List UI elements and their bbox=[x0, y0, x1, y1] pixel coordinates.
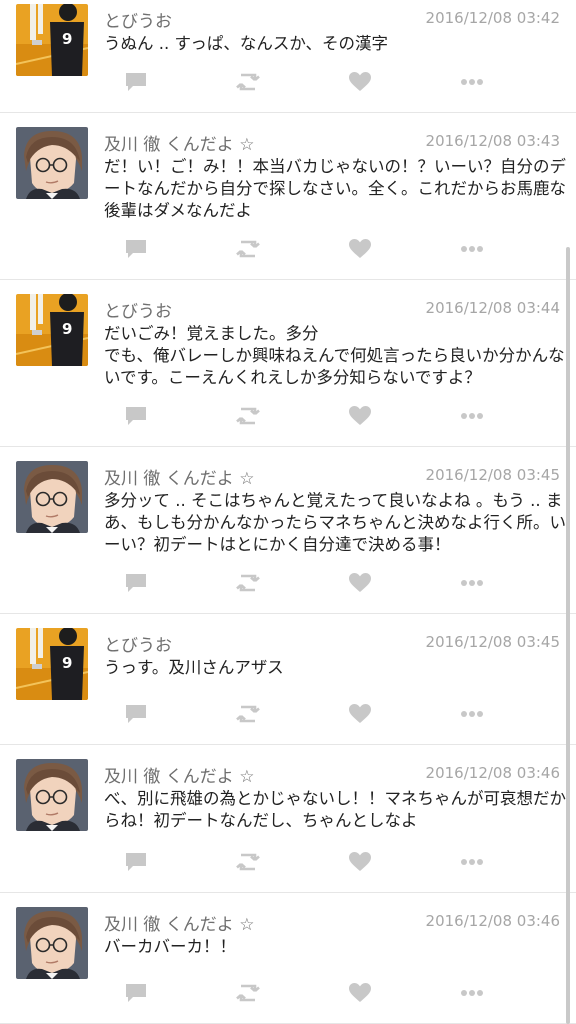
reply-icon[interactable] bbox=[121, 847, 151, 877]
oikawa-avatar[interactable] bbox=[16, 759, 88, 831]
timestamp: 2016/12/08 03:42 bbox=[425, 9, 560, 27]
tweet-text: 多分ッて .. そこはちゃんと覚えたって良いなよね 。もう .. まあ、もしも分… bbox=[104, 491, 566, 554]
more-icon[interactable] bbox=[457, 234, 487, 264]
tweet[interactable]: 及川 徹 くんだよ ☆ 2016/12/08 03:46 バーカバーカ！！ bbox=[0, 893, 576, 1024]
heart-icon[interactable] bbox=[345, 67, 375, 97]
tweet[interactable]: 及川 徹 くんだよ ☆ 2016/12/08 03:45 多分ッて .. そこはちゃ… bbox=[0, 447, 576, 614]
timestamp: 2016/12/08 03:43 bbox=[425, 132, 560, 150]
reply-icon[interactable] bbox=[121, 401, 151, 431]
user-name[interactable]: 及川 徹 くんだよ ☆ bbox=[104, 762, 254, 787]
tweet-actions bbox=[0, 234, 576, 264]
svg-text:9: 9 bbox=[62, 30, 72, 48]
tweet-actions bbox=[0, 699, 576, 729]
user-name[interactable]: 及川 徹 くんだよ ☆ bbox=[104, 910, 254, 935]
retweet-icon[interactable] bbox=[233, 847, 263, 877]
more-icon[interactable] bbox=[457, 568, 487, 598]
retweet-icon[interactable] bbox=[233, 699, 263, 729]
svg-text:9: 9 bbox=[62, 320, 72, 338]
svg-text:9: 9 bbox=[62, 654, 72, 672]
retweet-icon[interactable] bbox=[233, 978, 263, 1008]
timestamp: 2016/12/08 03:46 bbox=[425, 912, 560, 930]
reply-icon[interactable] bbox=[121, 699, 151, 729]
reply-icon[interactable] bbox=[121, 568, 151, 598]
more-icon[interactable] bbox=[457, 401, 487, 431]
tobio-avatar[interactable]: 9 bbox=[16, 628, 88, 700]
tweet[interactable]: 9 とびうお 2016/12/08 03:42 うぬん .. すっぱ、なんスか、その… bbox=[0, 0, 576, 113]
tobio-avatar[interactable]: 9 bbox=[16, 294, 88, 366]
timeline: 9 とびうお 2016/12/08 03:42 うぬん .. すっぱ、なんスか、その… bbox=[0, 0, 576, 1024]
retweet-icon[interactable] bbox=[233, 67, 263, 97]
heart-icon[interactable] bbox=[345, 568, 375, 598]
heart-icon[interactable] bbox=[345, 234, 375, 264]
retweet-icon[interactable] bbox=[233, 234, 263, 264]
oikawa-avatar[interactable] bbox=[16, 461, 88, 533]
oikawa-avatar[interactable] bbox=[16, 127, 88, 199]
tweet-actions bbox=[0, 847, 576, 877]
heart-icon[interactable] bbox=[345, 699, 375, 729]
more-icon[interactable] bbox=[457, 847, 487, 877]
timestamp: 2016/12/08 03:45 bbox=[425, 633, 560, 651]
tweet[interactable]: 9 とびうお 2016/12/08 03:44 だいごみ！覚えました。多分 でも、俺… bbox=[0, 280, 576, 447]
oikawa-avatar[interactable] bbox=[16, 907, 88, 979]
tweet-text: べ、別に飛雄の為とかじゃないし！！マネちゃんが可哀想だからね！初デートなんだし、… bbox=[104, 789, 566, 830]
tobio-avatar[interactable]: 9 bbox=[16, 4, 88, 76]
more-icon[interactable] bbox=[457, 67, 487, 97]
timestamp: 2016/12/08 03:45 bbox=[425, 466, 560, 484]
more-icon[interactable] bbox=[457, 699, 487, 729]
tweet-actions bbox=[0, 401, 576, 431]
reply-icon[interactable] bbox=[121, 234, 151, 264]
tweet-text: うっす。及川さんアザス bbox=[104, 658, 284, 677]
tweet-text: バーカバーカ！！ bbox=[104, 937, 236, 956]
reply-icon[interactable] bbox=[121, 978, 151, 1008]
tweet-actions bbox=[0, 67, 576, 97]
tweet-text: だ！い！ご！み！！本当バカじゃないの！？いーい？自分のデートなんだから自分で探し… bbox=[104, 157, 566, 220]
tweet-text: うぬん .. すっぱ、なんスか、その漢字 bbox=[104, 34, 388, 53]
user-name[interactable]: 及川 徹 くんだよ ☆ bbox=[104, 130, 254, 155]
reply-icon[interactable] bbox=[121, 67, 151, 97]
retweet-icon[interactable] bbox=[233, 568, 263, 598]
scrollbar[interactable] bbox=[566, 247, 570, 1024]
tweet[interactable]: 及川 徹 くんだよ ☆ 2016/12/08 03:43 だ！い！ご！み！！本当バカ… bbox=[0, 113, 576, 280]
user-name[interactable]: とびうお bbox=[104, 297, 172, 322]
heart-icon[interactable] bbox=[345, 978, 375, 1008]
user-name[interactable]: とびうお bbox=[104, 7, 172, 32]
user-name[interactable]: とびうお bbox=[104, 631, 172, 656]
tweet-actions bbox=[0, 568, 576, 598]
user-name[interactable]: 及川 徹 くんだよ ☆ bbox=[104, 464, 254, 489]
timestamp: 2016/12/08 03:44 bbox=[425, 299, 560, 317]
heart-icon[interactable] bbox=[345, 847, 375, 877]
timestamp: 2016/12/08 03:46 bbox=[425, 764, 560, 782]
tweet[interactable]: 及川 徹 くんだよ ☆ 2016/12/08 03:46 べ、別に飛雄の為とかじゃな… bbox=[0, 745, 576, 893]
tweet[interactable]: 9 とびうお 2016/12/08 03:45 うっす。及川さんアザス bbox=[0, 614, 576, 745]
heart-icon[interactable] bbox=[345, 401, 375, 431]
more-icon[interactable] bbox=[457, 978, 487, 1008]
retweet-icon[interactable] bbox=[233, 401, 263, 431]
tweet-actions bbox=[0, 978, 576, 1008]
tweet-text: だいごみ！覚えました。多分 でも、俺バレーしか興味ねえんで何処言ったら良いか分か… bbox=[104, 324, 565, 387]
